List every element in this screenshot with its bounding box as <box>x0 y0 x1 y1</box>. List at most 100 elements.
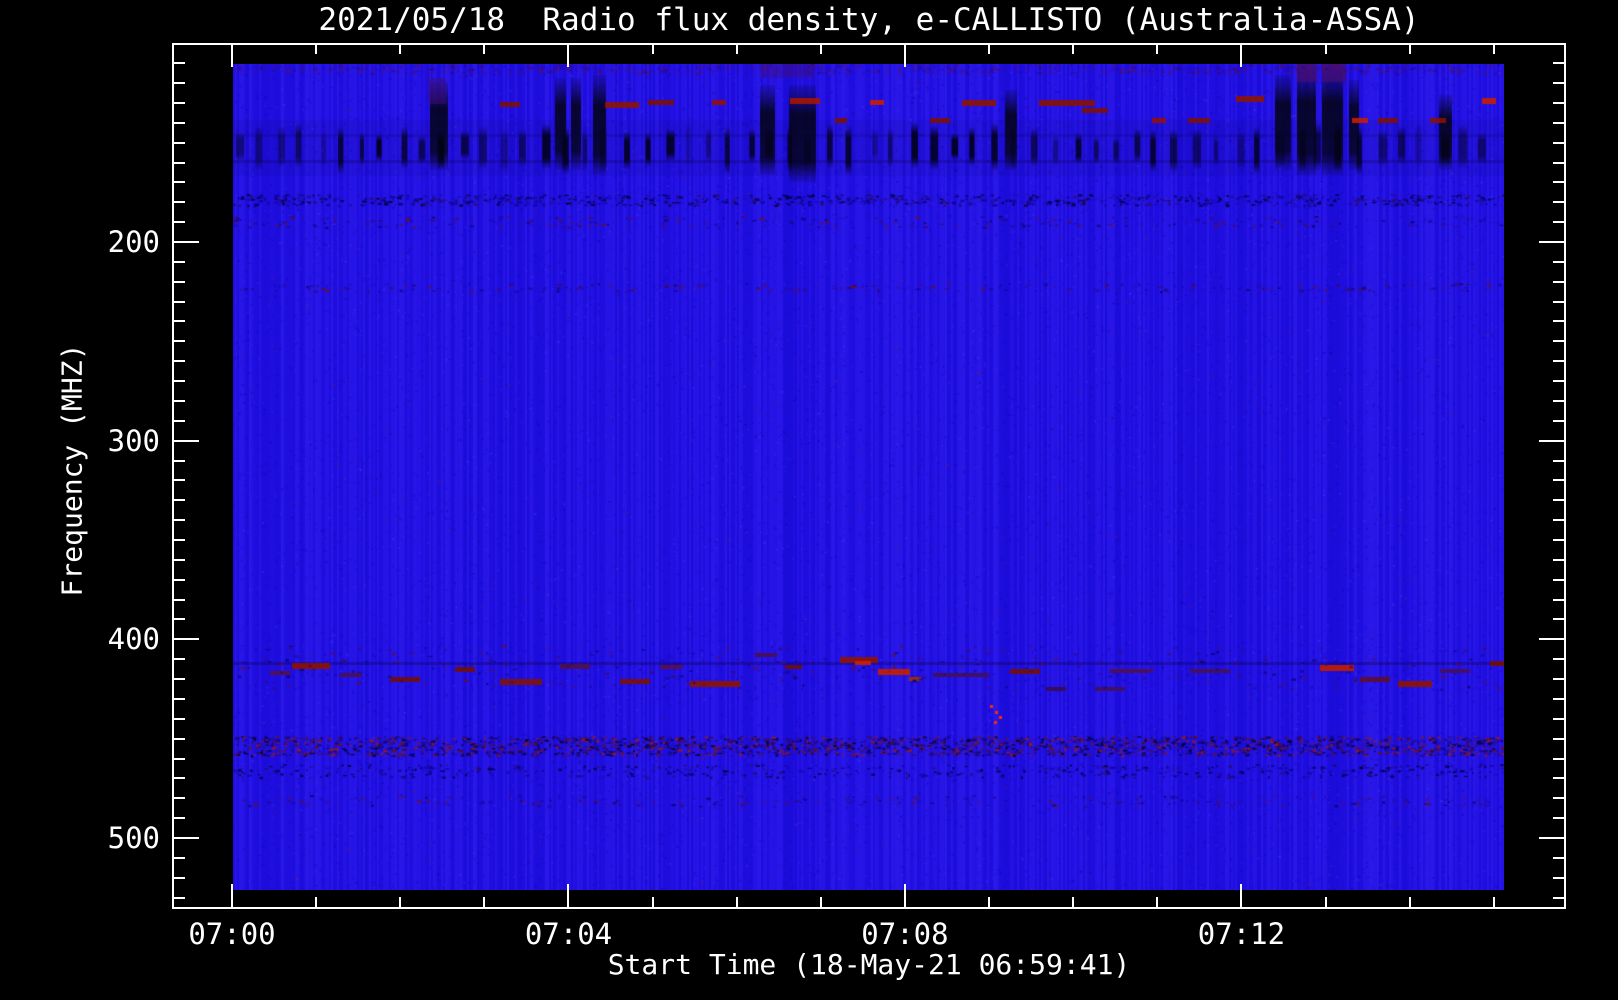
x-minor-tick <box>1324 897 1327 909</box>
y-minor-tick <box>1553 658 1566 661</box>
y-minor-tick <box>1553 618 1566 621</box>
x-tick-label: 07:04 <box>524 917 613 951</box>
y-minor-tick <box>1553 737 1566 740</box>
y-minor-tick <box>172 856 185 859</box>
y-minor-tick <box>172 201 185 204</box>
y-major-tick <box>172 439 199 442</box>
y-minor-tick <box>172 320 185 323</box>
x-axis-title: Start Time (18-May-21 06:59:41) <box>607 948 1131 981</box>
y-minor-tick <box>1553 419 1566 422</box>
x-minor-tick <box>1156 43 1159 54</box>
y-tick-label: 200 <box>107 225 160 259</box>
y-minor-tick <box>1553 101 1566 104</box>
x-minor-tick <box>399 897 402 909</box>
y-minor-tick <box>172 737 185 740</box>
y-minor-tick <box>172 340 185 343</box>
y-minor-tick <box>1553 399 1566 402</box>
y-minor-tick <box>172 399 185 402</box>
x-minor-tick <box>1324 43 1327 54</box>
y-minor-tick <box>1553 697 1566 700</box>
y-minor-tick <box>172 280 185 283</box>
x-major-tick <box>231 884 233 909</box>
y-minor-tick <box>172 459 185 462</box>
y-minor-tick <box>1553 161 1566 164</box>
x-major-tick <box>903 43 906 67</box>
x-major-tick <box>903 884 906 909</box>
y-minor-tick <box>172 101 185 104</box>
x-minor-tick <box>735 43 738 54</box>
x-minor-tick <box>1492 43 1495 54</box>
y-minor-tick <box>172 260 185 263</box>
y-minor-tick <box>172 678 185 681</box>
y-minor-tick <box>172 499 185 502</box>
spectrogram-figure: 2021/05/18 Radio flux density, e-CALLIST… <box>0 0 1618 1000</box>
x-minor-tick <box>651 897 654 909</box>
x-minor-tick <box>819 43 822 54</box>
x-minor-tick <box>315 897 318 909</box>
axes-layer: 200 300 400 500 07:00 07:04 07:08 07:12 <box>0 0 1618 1000</box>
y-minor-tick <box>172 697 185 700</box>
y-minor-tick <box>172 479 185 482</box>
y-minor-tick <box>172 578 185 581</box>
y-minor-tick <box>172 360 185 363</box>
y-minor-tick <box>172 618 185 621</box>
y-minor-tick <box>172 658 185 661</box>
y-minor-tick <box>1553 280 1566 283</box>
y-minor-tick <box>172 419 185 422</box>
y-minor-tick <box>1553 856 1566 859</box>
x-major-tick <box>567 43 570 67</box>
y-major-tick <box>1539 837 1566 839</box>
y-tick-label: 300 <box>107 423 160 458</box>
y-minor-tick <box>172 539 185 541</box>
y-major-tick <box>1539 241 1566 243</box>
x-minor-tick <box>1156 897 1159 909</box>
y-axis-title: Frequency (MHZ) <box>55 343 89 597</box>
y-minor-tick <box>172 757 185 760</box>
x-major-tick <box>567 884 570 909</box>
y-major-tick <box>1539 638 1566 641</box>
x-tick-label: 07:00 <box>188 917 276 951</box>
x-major-tick <box>1240 884 1243 909</box>
y-minor-tick <box>1553 62 1566 65</box>
x-minor-tick <box>399 43 402 54</box>
y-minor-tick <box>172 598 185 601</box>
y-minor-tick <box>172 817 185 820</box>
y-minor-tick <box>172 141 185 144</box>
y-minor-tick <box>172 717 185 720</box>
y-major-tick <box>172 638 199 641</box>
y-minor-tick <box>1553 678 1566 681</box>
x-minor-tick <box>988 897 991 909</box>
y-minor-tick <box>172 777 185 780</box>
y-minor-tick <box>172 221 185 224</box>
x-major-tick <box>1240 43 1243 67</box>
y-minor-tick <box>1553 539 1566 541</box>
y-tick-label: 400 <box>107 622 160 657</box>
y-minor-tick <box>1553 340 1566 343</box>
y-minor-tick <box>1553 141 1566 144</box>
y-minor-tick <box>1553 201 1566 204</box>
y-minor-tick <box>1553 777 1566 780</box>
y-minor-tick <box>1553 300 1566 303</box>
y-tick-label: 500 <box>107 821 160 855</box>
y-minor-tick <box>1553 181 1566 184</box>
y-minor-tick <box>172 62 185 65</box>
x-minor-tick <box>651 43 654 54</box>
y-minor-tick <box>172 181 185 184</box>
y-major-tick <box>1539 439 1566 442</box>
y-minor-tick <box>1553 578 1566 581</box>
y-minor-tick <box>1553 221 1566 224</box>
y-minor-tick <box>1553 717 1566 720</box>
y-minor-tick <box>1553 479 1566 482</box>
x-major-tick <box>231 43 233 67</box>
y-minor-tick <box>1553 121 1566 124</box>
y-minor-tick <box>172 896 185 899</box>
y-minor-tick <box>1553 757 1566 760</box>
y-minor-tick <box>172 519 185 522</box>
y-minor-tick <box>1553 876 1566 879</box>
y-major-tick <box>172 837 199 839</box>
y-minor-tick <box>172 876 185 879</box>
y-minor-tick <box>172 797 185 800</box>
y-minor-tick <box>1553 817 1566 820</box>
y-minor-tick <box>172 121 185 124</box>
x-minor-tick <box>1408 43 1411 54</box>
